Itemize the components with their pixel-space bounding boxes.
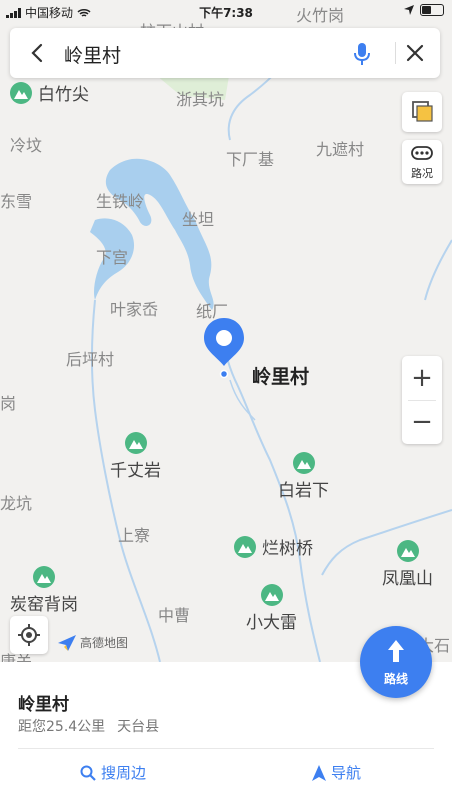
sheet-divider — [18, 748, 434, 749]
close-icon[interactable] — [403, 41, 427, 65]
traffic-label: 路况 — [411, 167, 433, 180]
search-nearby-label: 搜周边 — [101, 764, 147, 782]
logo-text: 高德地图 — [80, 636, 129, 650]
poi-marker[interactable]: 白岩下 — [278, 452, 329, 501]
status-bar: 中国移动 下午7:38 — [0, 0, 452, 22]
map-logo: 高德地图 — [58, 634, 128, 651]
place-label: 九遮村 — [316, 140, 365, 159]
search-nearby-button[interactable]: 搜周边 — [80, 762, 146, 783]
place-label: 上寮 — [118, 526, 151, 545]
region-text: 天台县 — [117, 719, 160, 735]
poi-label: 烂树桥 — [262, 539, 313, 559]
location-pin-icon — [204, 318, 244, 379]
place-name: 岭里村 — [18, 695, 69, 715]
poi-label: 炭窑背岗 — [10, 595, 78, 615]
zoom-control: + − — [402, 356, 442, 444]
place-label: 中曹 — [158, 606, 191, 625]
place-detail: 距您25.4公里 天台县 — [18, 716, 159, 736]
mountain-icon — [396, 540, 419, 562]
location-pin[interactable] — [202, 316, 246, 380]
route-label: 路线 — [383, 672, 408, 686]
locate-me-button[interactable] — [10, 616, 48, 654]
location-arrow-icon — [404, 5, 414, 15]
mountain-icon — [260, 584, 283, 606]
poi-marker[interactable]: 烂树桥 — [234, 534, 313, 559]
place-label: 岗 — [0, 394, 17, 413]
distance-text: 距您25.4公里 — [18, 719, 106, 735]
mountain-icon — [10, 81, 32, 104]
poi-marker[interactable]: 小大雷 — [246, 584, 297, 633]
search-bar: 岭里村 — [10, 28, 440, 78]
mountain-icon — [292, 452, 315, 474]
poi-marker[interactable]: 凤凰山 — [382, 540, 433, 589]
poi-label: 凤凰山 — [382, 569, 433, 589]
place-label: 东雪 — [0, 192, 33, 211]
crosshair-icon — [18, 624, 40, 646]
place-label: 坐坦 — [182, 210, 215, 229]
microphone-icon[interactable] — [350, 41, 374, 67]
selected-place-label: 岭里村 — [252, 366, 310, 388]
map-view[interactable]: 柱下山村 火竹岗 浙其坑 冷坟 下厂基 九遮村 东雪 生铁岭 坐坦 下宫 叶家岙… — [0, 0, 452, 671]
poi-marker[interactable]: 千丈岩 — [110, 432, 161, 481]
navigation-arrow-icon — [312, 764, 326, 781]
mountain-icon — [33, 566, 55, 588]
place-label: 下宫 — [96, 248, 129, 267]
status-time: 下午7:38 — [199, 6, 253, 20]
poi-label: 白竹尖 — [38, 85, 89, 105]
poi-label: 小大雷 — [246, 613, 297, 633]
zoom-out-button[interactable]: − — [402, 400, 442, 444]
poi-marker[interactable]: 炭窑背岗 — [10, 566, 78, 615]
layers-icon — [412, 101, 433, 122]
poi-label: 千丈岩 — [110, 461, 161, 481]
route-button[interactable]: 路线 — [360, 626, 432, 698]
layers-button[interactable] — [402, 92, 442, 132]
traffic-icon — [411, 146, 433, 160]
battery-icon — [420, 4, 444, 16]
navigate-label: 导航 — [331, 764, 362, 782]
poi-marker[interactable]: 白竹尖 — [10, 80, 89, 105]
mountain-icon — [124, 432, 147, 454]
back-arrow-icon[interactable] — [26, 41, 50, 65]
traffic-button[interactable]: 路况 — [402, 140, 442, 184]
search-icon — [80, 765, 96, 781]
zoom-in-button[interactable]: + — [402, 356, 442, 400]
place-label: 浙其坑 — [176, 90, 225, 109]
search-query[interactable]: 岭里村 — [64, 41, 121, 68]
place-label: 生铁岭 — [96, 192, 145, 211]
route-arrow-icon — [388, 640, 404, 662]
place-label: 龙坑 — [0, 494, 33, 513]
place-label: 叶家岙 — [110, 300, 159, 319]
amap-logo-icon — [58, 634, 76, 651]
navigate-button[interactable]: 导航 — [312, 762, 361, 783]
search-divider — [395, 42, 396, 64]
place-label: 后坪村 — [66, 350, 115, 369]
mountain-icon — [234, 535, 256, 558]
place-label: 下厂基 — [226, 150, 275, 169]
place-label: 冷坟 — [10, 136, 43, 155]
poi-label: 白岩下 — [278, 481, 329, 501]
